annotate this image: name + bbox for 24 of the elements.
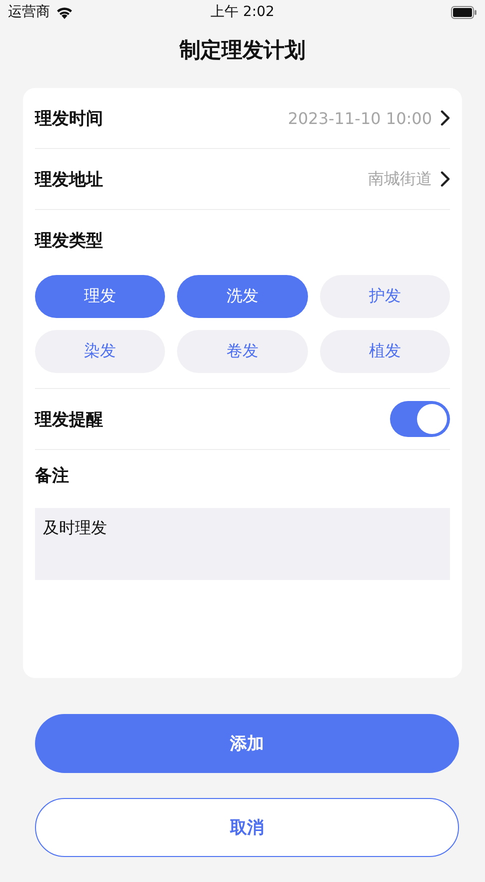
type-chip[interactable]: 洗发 <box>177 275 308 318</box>
section-label: 备注 <box>35 464 69 486</box>
chevron-icon <box>440 171 450 187</box>
chevron-icon <box>440 110 450 126</box>
notes-field[interactable]: 及时理发 <box>35 508 450 580</box>
clock-time: 上午 2:02 <box>210 4 274 20</box>
type-chip[interactable]: 植发 <box>320 330 450 373</box>
section-label: 理发类型 <box>35 230 103 252</box>
cancel-button[interactable]: 取消 <box>35 798 459 857</box>
field-label: 理发提醒 <box>35 408 103 430</box>
type-chip[interactable]: 染发 <box>35 330 166 373</box>
type-chip[interactable]: 理发 <box>35 275 166 318</box>
add-button[interactable]: 添加 <box>35 714 459 773</box>
battery-icon <box>451 6 477 18</box>
carrier-name: 运营商 <box>8 3 50 21</box>
type-chip[interactable]: 卷发 <box>177 330 308 373</box>
field-label: 理发地址 <box>35 168 103 190</box>
field-value[interactable]: 南城街道 <box>368 168 432 190</box>
type-chip[interactable]: 护发 <box>320 275 450 318</box>
reminder-toggle[interactable] <box>390 401 450 437</box>
field-label: 理发时间 <box>35 108 103 130</box>
page-title: 制定理发计划 <box>180 37 306 64</box>
wifi-icon <box>56 6 73 18</box>
field-value[interactable]: 2023-11-10 10:00 <box>288 108 432 128</box>
